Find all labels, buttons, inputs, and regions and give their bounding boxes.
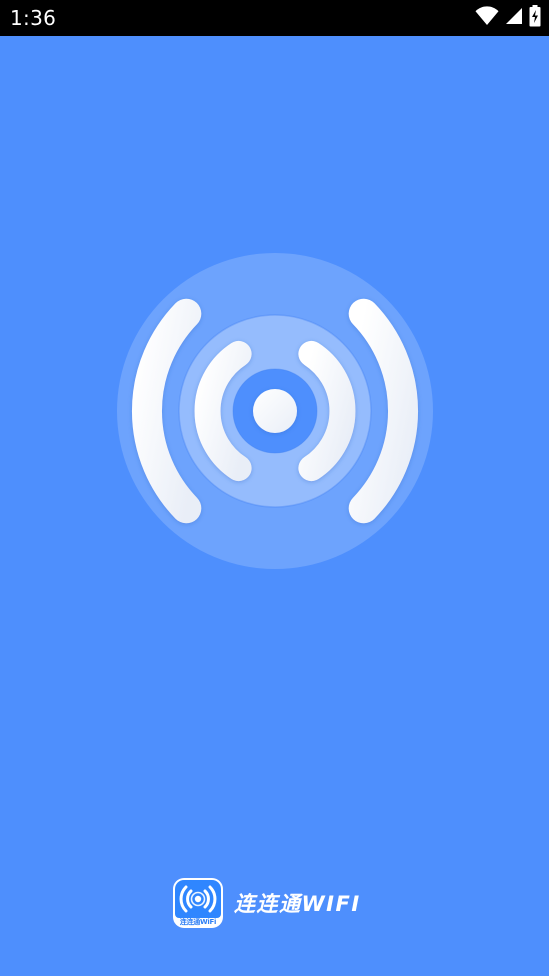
splash-screen: 连连通WiFi 连连通WIFI [0,36,549,976]
status-time: 1:36 [10,6,57,30]
app-icon-caption: 连连通WiFi [179,918,217,926]
brand-logo: 连连通WiFi 连连通WIFI [173,878,361,928]
status-bar: 1:36 [0,0,549,36]
wifi-icon [475,5,499,31]
wifi-signal-icon [100,236,450,586]
app-name: 连连通WIFI [234,892,361,916]
app-icon-wifi-badge [175,880,221,918]
cellular-signal-icon [505,7,523,30]
app-icon: 连连通WiFi [173,878,223,928]
status-icons [475,4,541,32]
battery-charging-icon [529,4,541,32]
